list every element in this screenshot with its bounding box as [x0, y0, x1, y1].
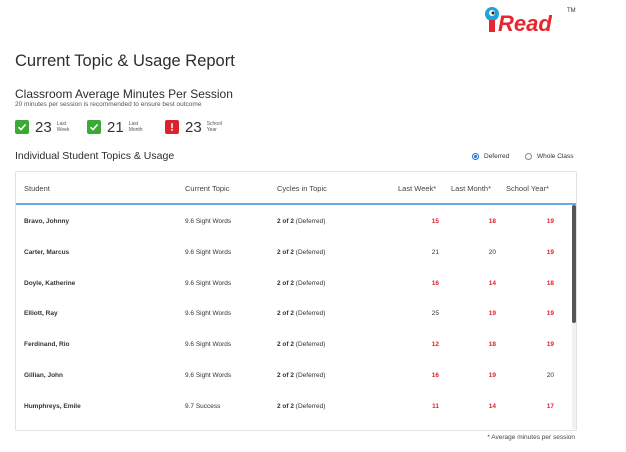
- cell-cycles: 2 of 2 (Deferred): [277, 249, 325, 256]
- cell-student: Elliott, Ray: [24, 310, 58, 318]
- radio-deferred-label: Deferred: [484, 153, 510, 160]
- page-title: Current Topic & Usage Report: [15, 52, 235, 70]
- cell-school-year: 19: [546, 341, 554, 349]
- cell-school-year: 18: [546, 279, 554, 287]
- check-icon: [15, 120, 29, 134]
- cell-topic: 9.6 Sight Words: [185, 372, 232, 379]
- cell-topic: 9.6 Sight Words: [185, 248, 232, 256]
- student-table: Student Current Topic Cycles in Topic La…: [15, 171, 577, 431]
- cell-student: Gillian, John: [24, 372, 64, 379]
- table-row[interactable]: Carter, Marcus 9.6 Sight Words 2 of 2 (Def…: [16, 237, 572, 268]
- cell-topic: 9.6 Sight Words: [185, 310, 232, 318]
- cycles-count: 2 of 2: [277, 279, 294, 287]
- cell-topic: 9.6 Sight Words: [185, 218, 232, 225]
- cycles-note: (Deferred): [295, 248, 326, 256]
- header-last-month[interactable]: Last Month*: [451, 184, 491, 193]
- radio-whole-class-label: Whole Class: [537, 153, 574, 160]
- cycles-note: (Deferred): [295, 372, 326, 379]
- stat-value: 23: [35, 118, 52, 136]
- cell-cycles: 2 of 2 (Deferred): [277, 403, 325, 410]
- stat-school-year: 23 School Year: [165, 118, 222, 136]
- cell-topic: 9.7 Success: [185, 402, 221, 410]
- cell-last-week: 15: [431, 218, 439, 225]
- cell-school-year: 20: [546, 372, 554, 379]
- cell-student: Bravo, Johnny: [24, 218, 70, 225]
- header-school-year[interactable]: School Year*: [506, 184, 549, 193]
- stat-last-month: 21 Last Month: [87, 118, 143, 136]
- cycles-count: 2 of 2: [277, 341, 294, 349]
- cycles-count: 2 of 2: [277, 248, 294, 256]
- header-current-topic[interactable]: Current Topic: [185, 184, 229, 193]
- cell-school-year: 19: [546, 218, 554, 225]
- cycles-note: (Deferred): [295, 310, 326, 318]
- stat-label: Last Week: [56, 120, 70, 134]
- cell-last-month: 20: [488, 248, 496, 256]
- cell-last-month: 14: [488, 279, 496, 287]
- cell-last-week: 21: [431, 248, 439, 256]
- cell-last-month: 18: [488, 218, 496, 225]
- cell-cycles: 2 of 2 (Deferred): [277, 280, 325, 287]
- cycles-count: 2 of 2: [277, 402, 294, 410]
- stat-label: School Year: [206, 120, 222, 134]
- cycles-note: (Deferred): [295, 218, 326, 225]
- table-row[interactable]: Bravo, Johnny 9.6 Sight Words 2 of 2 (Defe…: [16, 206, 572, 237]
- classroom-section-subtitle: 20 minutes per session is recommended to…: [15, 101, 202, 108]
- radio-whole-class[interactable]: Whole Class: [525, 153, 573, 160]
- iread-logo-mark: Read: [485, 7, 552, 36]
- stat-label: Last Month: [128, 120, 143, 134]
- cycles-count: 2 of 2: [277, 372, 294, 379]
- cell-cycles: 2 of 2 (Deferred): [277, 310, 325, 317]
- cell-last-month: 19: [488, 310, 496, 318]
- cell-school-year: 19: [546, 248, 554, 256]
- cell-last-week: 12: [431, 341, 439, 349]
- cell-school-year: 19: [546, 310, 554, 318]
- stat-value: 21: [107, 118, 124, 136]
- classroom-section-title: Classroom Average Minutes Per Session: [15, 87, 233, 101]
- table-row[interactable]: Elliott, Ray 9.6 Sight Words 2 of 2 (Defer…: [16, 298, 572, 329]
- cell-last-month: 19: [488, 372, 496, 379]
- table-row[interactable]: Doyle, Katherine 9.6 Sight Words 2 of 2 (D…: [16, 268, 572, 299]
- cycles-note: (Deferred): [295, 341, 326, 349]
- stat-last-week: 23 Last Week: [15, 118, 69, 136]
- radio-deferred[interactable]: Deferred: [472, 153, 509, 160]
- cell-student: Carter, Marcus: [24, 248, 70, 256]
- cycles-note: (Deferred): [295, 402, 326, 410]
- iread-logo: Read TM: [483, 2, 583, 36]
- cell-last-week: 11: [432, 402, 439, 410]
- cell-last-week: 16: [431, 372, 439, 379]
- cell-school-year: 17: [546, 402, 554, 410]
- cell-cycles: 2 of 2 (Deferred): [277, 218, 325, 225]
- cycles-note: (Deferred): [295, 279, 326, 287]
- cell-last-month: 14: [488, 402, 496, 410]
- table-header: Student Current Topic Cycles in Topic La…: [16, 172, 576, 205]
- cell-cycles: 2 of 2 (Deferred): [277, 341, 325, 348]
- cell-student: Ferdinand, Rio: [24, 341, 70, 349]
- cell-topic: 9.6 Sight Words: [185, 341, 232, 349]
- trademark: TM: [567, 8, 576, 14]
- exclamation-icon: [165, 120, 179, 134]
- table-row[interactable]: Gillian, John 9.6 Sight Words 2 of 2 (Defe…: [16, 360, 572, 391]
- scrollbar-thumb[interactable]: [572, 205, 576, 323]
- cell-last-week: 16: [431, 279, 439, 287]
- header-student[interactable]: Student: [24, 184, 50, 193]
- cell-cycles: 2 of 2 (Deferred): [277, 372, 325, 379]
- cell-last-month: 18: [488, 341, 496, 349]
- footnote: * Average minutes per session: [487, 434, 575, 441]
- header-last-week[interactable]: Last Week*: [398, 184, 436, 193]
- check-icon: [87, 120, 101, 134]
- stat-value: 23: [185, 118, 202, 136]
- cell-topic: 9.6 Sight Words: [185, 279, 232, 287]
- radio-selected-icon[interactable]: [472, 153, 479, 160]
- cell-student: Doyle, Katherine: [24, 279, 76, 287]
- cycles-count: 2 of 2: [277, 310, 294, 318]
- table-row[interactable]: Ferdinand, Rio 9.6 Sight Words 2 of 2 (Def…: [16, 329, 572, 360]
- cycles-count: 2 of 2: [277, 218, 294, 225]
- svg-text:Read: Read: [498, 11, 552, 36]
- radio-unselected-icon[interactable]: [525, 153, 532, 160]
- header-cycles[interactable]: Cycles in Topic: [277, 184, 327, 193]
- cell-student: Humphreys, Emile: [24, 402, 81, 410]
- individual-section-title: Individual Student Topics & Usage: [15, 150, 175, 162]
- cell-last-week: 25: [431, 310, 439, 318]
- table-row[interactable]: Humphreys, Emile 9.7 Success 2 of 2 (Defer…: [16, 391, 572, 422]
